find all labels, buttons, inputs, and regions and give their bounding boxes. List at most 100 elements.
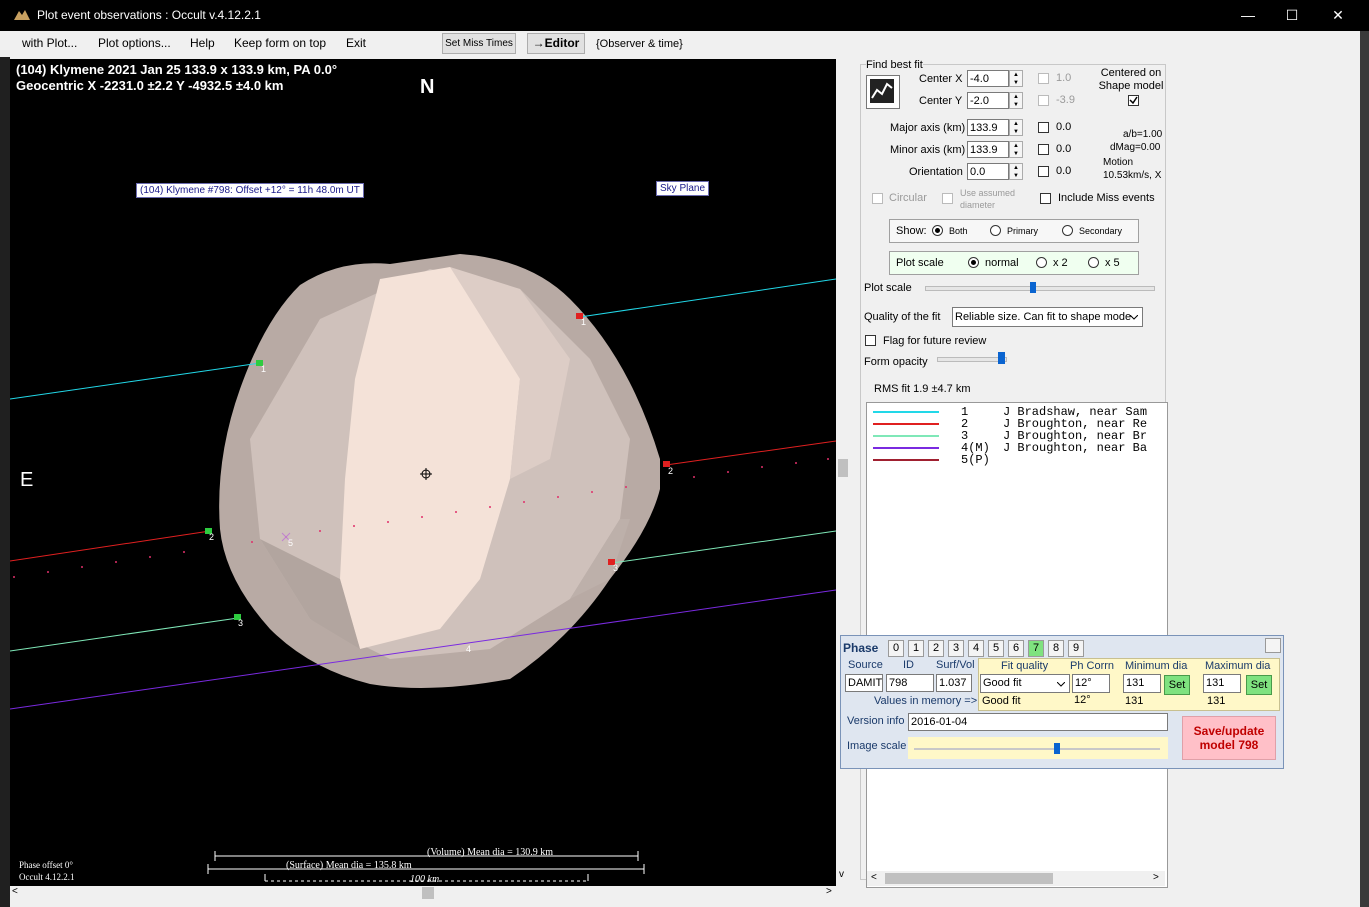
minor-axis-input[interactable]: 133.9 (967, 141, 1009, 158)
find-best-fit-button[interactable] (866, 75, 900, 109)
max-dia-memory: 131 (1207, 695, 1226, 707)
set-miss-times-button[interactable]: Set Miss Times (442, 33, 516, 54)
show-label: Show: (896, 225, 927, 237)
source-field[interactable]: DAMIT (845, 674, 883, 692)
menu-with-plot[interactable]: with Plot... (22, 36, 77, 50)
scroll-right-icon[interactable]: > (826, 886, 832, 897)
phase-button-3[interactable]: 3 (948, 640, 964, 657)
minimize-button[interactable]: — (1225, 0, 1271, 31)
use-assumed-checkbox[interactable] (942, 193, 953, 204)
close-button[interactable]: ✕ (1315, 0, 1361, 31)
center-y-label: Center Y (919, 95, 963, 107)
orientation-spinner[interactable]: ▲ ▼ (1009, 163, 1023, 180)
east-label: E (20, 469, 34, 491)
menu-help[interactable]: Help (190, 36, 215, 50)
scale-normal-radio[interactable] (968, 257, 979, 268)
center-y-spinner[interactable]: ▲ ▼ (1009, 92, 1023, 109)
fit-quality-label: Fit quality (1001, 660, 1049, 672)
phase-button-7[interactable]: 7 (1028, 640, 1044, 657)
save-update-label: Save/update model 798 (1193, 724, 1265, 752)
major-axis-spinner[interactable]: ▲ ▼ (1009, 119, 1023, 136)
save-update-model-button[interactable]: Save/update model 798 (1182, 716, 1276, 760)
legend-horizontal-scrollbar[interactable]: < > (867, 871, 1165, 886)
phase-close-button[interactable] (1265, 638, 1281, 653)
quality-dropdown[interactable]: Reliable size. Can fit to shape mode (952, 307, 1143, 327)
observer-time-label[interactable]: {Observer & time} (596, 38, 683, 50)
editor-button[interactable]: →Editor (527, 33, 585, 54)
phase-button-1[interactable]: 1 (908, 640, 924, 657)
menu-plot-options[interactable]: Plot options... (98, 36, 171, 50)
surfvol-field[interactable]: 1.037 (936, 674, 972, 692)
min-dia-set-button[interactable]: Set (1164, 675, 1190, 695)
center-y-input[interactable]: -2.0 (967, 92, 1009, 109)
flag-review-checkbox[interactable] (865, 335, 876, 346)
max-dia-label: Maximum dia (1205, 660, 1271, 672)
chord-label: 3 (238, 618, 244, 628)
chord-label: 3 (613, 563, 619, 573)
menu-exit[interactable]: Exit (346, 36, 366, 50)
show-group: Show: Both Primary Secondary (889, 219, 1139, 243)
scroll-right-icon[interactable]: > (1153, 872, 1159, 883)
menu-keep-on-top[interactable]: Keep form on top (234, 36, 326, 50)
centered-on-shape-checkbox[interactable] (1128, 95, 1139, 106)
major-axis-value: 0.0 (1056, 121, 1072, 133)
plot-horizontal-scrollbar[interactable]: < > (10, 886, 836, 900)
form-opacity-slider-thumb[interactable] (998, 352, 1005, 364)
plot-scale-slider[interactable] (925, 286, 1155, 291)
major-axis-checkbox[interactable] (1038, 122, 1049, 133)
phase-button-4[interactable]: 4 (968, 640, 984, 657)
plot-scale-slider-thumb[interactable] (1030, 282, 1036, 293)
scale-x5-radio[interactable] (1088, 257, 1099, 268)
scroll-thumb[interactable] (422, 887, 434, 899)
scroll-down-icon[interactable]: v (839, 869, 844, 880)
phase-button-9[interactable]: 9 (1068, 640, 1084, 657)
chord-label: 1 (261, 364, 267, 374)
phase-button-0[interactable]: 0 (888, 640, 904, 657)
maximize-button[interactable]: ☐ (1269, 0, 1315, 31)
image-scale-slider[interactable] (908, 737, 1168, 759)
legend-color-line (873, 423, 939, 425)
chevron-down-icon (1057, 682, 1065, 687)
window-title: Plot event observations : Occult v.4.12.… (37, 8, 261, 22)
desktop-background-left (0, 57, 10, 907)
min-dia-field[interactable]: 131 (1123, 674, 1161, 693)
center-y-checkbox[interactable] (1038, 95, 1049, 106)
phase-button-2[interactable]: 2 (928, 640, 944, 657)
center-x-spinner[interactable]: ▲ ▼ (1009, 70, 1023, 87)
orientation-input[interactable]: 0.0 (967, 163, 1009, 180)
phase-button-8[interactable]: 8 (1048, 640, 1064, 657)
include-miss-checkbox[interactable] (1040, 193, 1051, 204)
show-secondary-label: Secondary (1079, 226, 1123, 236)
rms-fit-label: RMS fit 1.9 ±4.7 km (874, 383, 971, 395)
center-x-input[interactable]: -4.0 (967, 70, 1009, 87)
center-x-checkbox[interactable] (1038, 73, 1049, 84)
show-primary-radio[interactable] (990, 225, 1001, 236)
form-opacity-slider[interactable] (937, 357, 1007, 362)
scroll-left-icon[interactable]: < (871, 872, 877, 883)
phase-button-6[interactable]: 6 (1008, 640, 1024, 657)
circular-checkbox[interactable] (872, 193, 883, 204)
image-scale-thumb[interactable] (1054, 743, 1060, 754)
version-info-field[interactable]: 2016-01-04 (908, 713, 1168, 731)
scroll-thumb[interactable] (838, 459, 848, 477)
slider-track (914, 748, 1160, 750)
fit-quality-dropdown[interactable]: Good fit (980, 674, 1070, 693)
max-dia-set-button[interactable]: Set (1246, 675, 1272, 695)
centered-on-shape-label: Centered on Shape model (1098, 67, 1164, 92)
phcorr-field[interactable]: 12° (1072, 674, 1110, 693)
max-dia-field[interactable]: 131 (1203, 674, 1241, 693)
scroll-thumb[interactable] (885, 873, 1053, 884)
scroll-left-icon[interactable]: < (12, 886, 18, 897)
major-axis-input[interactable]: 133.9 (967, 119, 1009, 136)
id-label: ID (903, 659, 914, 671)
quality-value: Reliable size. Can fit to shape mode (955, 311, 1132, 323)
phase-button-5[interactable]: 5 (988, 640, 1004, 657)
scale-x2-radio[interactable] (1036, 257, 1047, 268)
id-field[interactable]: 798 (886, 674, 934, 692)
show-secondary-radio[interactable] (1062, 225, 1073, 236)
plot-canvas[interactable]: (104) Klymene 2021 Jan 25 133.9 x 133.9 … (10, 59, 836, 886)
minor-axis-spinner[interactable]: ▲ ▼ (1009, 141, 1023, 158)
minor-axis-checkbox[interactable] (1038, 144, 1049, 155)
show-both-radio[interactable] (932, 225, 943, 236)
orientation-checkbox[interactable] (1038, 166, 1049, 177)
